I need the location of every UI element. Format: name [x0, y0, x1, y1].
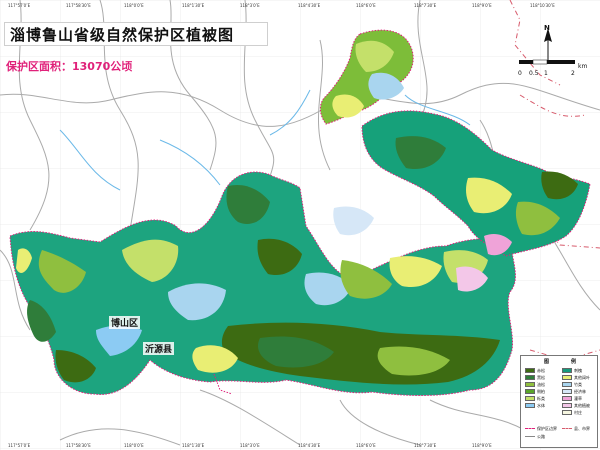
legend-swatch — [525, 389, 535, 394]
coord-top-7: 118°6′0″E — [356, 3, 376, 8]
coord-bottom-6: 118°4′30″E — [298, 443, 321, 448]
legend-label: 刺槐 — [574, 367, 582, 373]
legend-label: 经济林 — [574, 388, 586, 394]
legend-swatch — [562, 389, 572, 394]
scale-label-1: 1 — [544, 70, 548, 77]
legend-swatch — [525, 403, 535, 408]
map-title-box: 淄博鲁山省级自然保护区植被图 — [4, 22, 268, 46]
coord-bottom-7: 118°6′0″E — [356, 443, 376, 448]
legend-label: 保护区边界 — [537, 425, 557, 431]
legend-title-left: 图 — [544, 359, 550, 365]
boundary-line-icon — [525, 428, 535, 429]
legend-swatch — [525, 375, 535, 380]
scale-segment-2 — [532, 59, 548, 65]
legend-item-heisong: 黑松 — [525, 375, 545, 380]
scale-unit: km — [578, 63, 588, 70]
legend-line-boundary: 保护区边界 — [525, 426, 557, 431]
scale-bar — [519, 59, 575, 65]
legend-swatch — [562, 368, 572, 373]
legend-label: 县、市界 — [574, 425, 590, 431]
yiyuan-label: 沂源县 — [143, 342, 175, 355]
reserve-area-label: 保护区面积：13070公顷 — [6, 60, 133, 73]
coord-top-6: 118°4′30″E — [298, 3, 321, 8]
legend-item-chisong: 赤松 — [525, 368, 545, 373]
legend-line-county: 县、市界 — [562, 426, 590, 431]
legend-label: 公路 — [537, 433, 545, 439]
coord-top-4: 118°1′30″E — [182, 3, 205, 8]
coord-top-9: 118°9′0″E — [472, 3, 492, 8]
coord-top-1: 117°57′0″E — [8, 3, 31, 8]
scale-segment-3 — [547, 60, 575, 64]
legend-label: 灌草 — [574, 395, 582, 401]
legend-label: 赤松 — [537, 367, 545, 373]
coord-top-10: 118°10′30″E — [530, 3, 555, 8]
coord-bottom-5: 118°3′0″E — [240, 443, 260, 448]
legend-swatch — [562, 403, 572, 408]
map-page: 淄博鲁山省级自然保护区植被图 保护区面积：13070公顷 博山区 沂源县 N 0… — [0, 0, 600, 450]
legend-swatch — [525, 382, 535, 387]
scale-label-0: 0 — [518, 70, 522, 77]
legend-label: 其他阔叶 — [574, 374, 590, 380]
legend-title-right: 例 — [571, 359, 577, 365]
coord-top-5: 118°3′0″E — [240, 3, 260, 8]
scale-segment-1 — [519, 60, 533, 64]
legend-label: 村庄 — [574, 409, 582, 415]
legend-item-jingjilin: 经济林 — [562, 389, 586, 394]
legend-label: 竹类 — [574, 381, 582, 387]
legend-label: 侧柏 — [537, 388, 545, 394]
legend-swatch — [562, 396, 572, 401]
scale-label-2: 2 — [571, 70, 575, 77]
map-title: 淄博鲁山省级自然保护区植被图 — [10, 25, 235, 44]
legend-label: 油松 — [537, 381, 545, 387]
legend-item-cunzhuang: 村庄 — [562, 410, 582, 415]
legend-item-yousong: 油松 — [525, 382, 545, 387]
scale-label-05: 0.5 — [529, 70, 539, 77]
north-label: N — [544, 24, 550, 32]
legend-item-qitakuoye: 其他阔叶 — [562, 375, 590, 380]
legend-item-cihuai: 刺槐 — [562, 368, 582, 373]
legend-label: 水体 — [537, 402, 545, 408]
legend-label: 栎类 — [537, 395, 545, 401]
boshan-label: 博山区 — [109, 316, 141, 329]
legend-title: 图 例 — [521, 358, 597, 365]
legend: 图 例 赤松 黑松 油松 侧柏 栎类 水体 刺槐 其他阔叶 竹类 经济林 灌草 … — [520, 355, 598, 448]
coord-bottom-8: 118°7′30″E — [414, 443, 437, 448]
coord-top-3: 118°0′0″E — [124, 3, 144, 8]
legend-swatch — [562, 410, 572, 415]
coord-bottom-3: 118°0′0″E — [124, 443, 144, 448]
coord-bottom-9: 118°9′0″E — [472, 443, 492, 448]
legend-swatch — [525, 396, 535, 401]
legend-item-qitazhibei: 其他植被 — [562, 403, 590, 408]
legend-swatch — [562, 375, 572, 380]
legend-swatch — [525, 368, 535, 373]
legend-item-shuiti: 水体 — [525, 403, 545, 408]
coord-top-8: 118°7′30″E — [414, 3, 437, 8]
coord-bottom-2: 117°58′30″E — [66, 443, 91, 448]
scale-labels: 0 0.5 1 2 — [518, 70, 578, 80]
coord-bottom-4: 118°1′30″E — [182, 443, 205, 448]
legend-label: 黑松 — [537, 374, 545, 380]
coord-top-2: 117°58′30″E — [66, 3, 91, 8]
legend-line-road: 公路 — [525, 434, 545, 439]
legend-item-lilei: 栎类 — [525, 396, 545, 401]
legend-item-guancao: 灌草 — [562, 396, 582, 401]
legend-item-cebai: 侧柏 — [525, 389, 545, 394]
coord-bottom-1: 117°57′0″E — [8, 443, 31, 448]
legend-swatch — [562, 382, 572, 387]
road-line-icon — [525, 436, 535, 437]
legend-label: 其他植被 — [574, 402, 590, 408]
legend-item-zhulei: 竹类 — [562, 382, 582, 387]
county-line-icon — [562, 428, 572, 429]
